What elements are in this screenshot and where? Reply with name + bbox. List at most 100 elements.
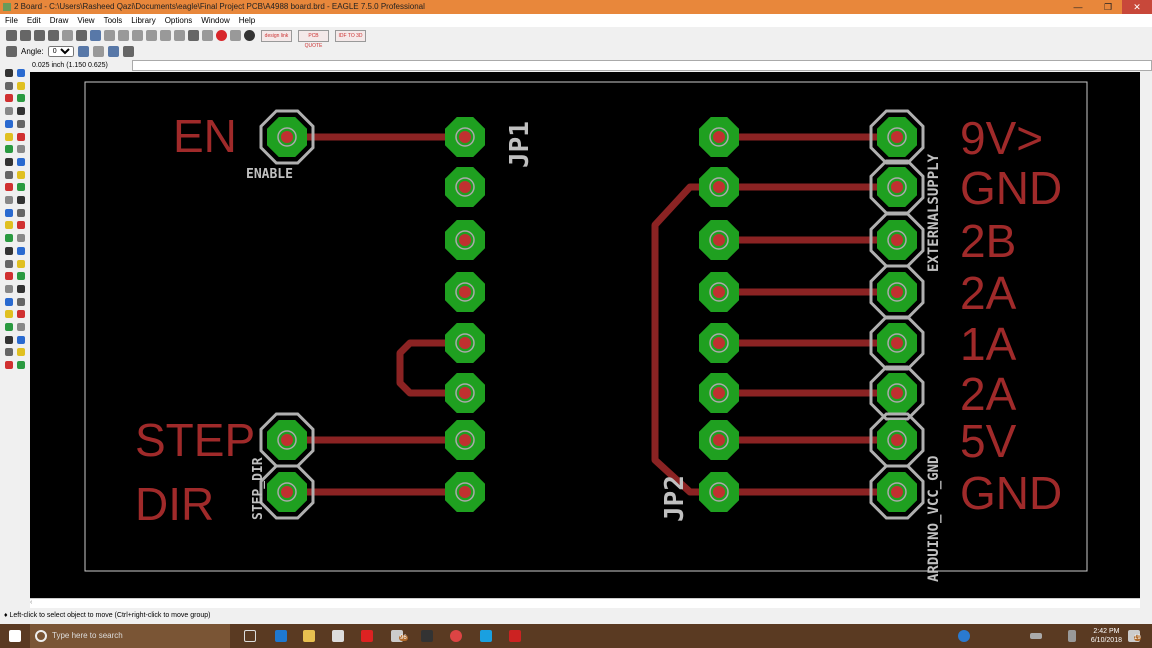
grid-icon[interactable] (6, 46, 17, 57)
spin-text-icon[interactable] (92, 46, 104, 57)
tool-icon[interactable] (17, 323, 25, 331)
board-canvas[interactable]: EN STEP DIR 9V> GND 2B 2A 1A 2A 5V GND ENABLE STEP_D… (30, 72, 1140, 598)
vertical-scrollbar[interactable] (1140, 72, 1152, 598)
tool-icon[interactable] (17, 348, 25, 357)
menu-tools[interactable]: Tools (104, 14, 123, 27)
notifications-icon[interactable]: 19 (1128, 630, 1141, 642)
store-icon[interactable] (332, 630, 344, 642)
angle-select[interactable]: 0 (47, 46, 74, 57)
script-icon[interactable] (62, 30, 73, 41)
design-link-button[interactable]: design link (261, 29, 292, 42)
zoom-redraw-icon[interactable] (160, 30, 171, 41)
menu-window[interactable]: Window (201, 14, 229, 27)
menu-draw[interactable]: Draw (50, 14, 69, 27)
tool-icon[interactable] (5, 234, 13, 243)
menu-library[interactable]: Library (131, 14, 155, 27)
help-tray-icon[interactable] (958, 630, 970, 642)
tool-icon[interactable] (5, 297, 13, 306)
windows-start-icon[interactable] (9, 630, 21, 642)
tool-icon[interactable] (17, 297, 25, 306)
tool-icon[interactable] (17, 310, 25, 319)
horizontal-scrollbar[interactable]: ‹ (30, 598, 1140, 608)
tool-icon[interactable] (17, 259, 25, 268)
task-view-icon[interactable] (244, 630, 256, 642)
redo-icon[interactable] (202, 30, 213, 41)
tool-icon[interactable] (5, 284, 13, 293)
tool-icon[interactable] (17, 234, 25, 243)
stop-icon[interactable] (216, 30, 227, 41)
clock[interactable]: 2:42 PM 6/10/2018 (1091, 627, 1122, 645)
tool-icon[interactable] (5, 145, 13, 154)
file-explorer-icon[interactable] (303, 630, 315, 642)
menu-view[interactable]: View (77, 14, 94, 27)
menu-file[interactable]: File (5, 14, 18, 27)
tool-icon[interactable] (5, 361, 13, 370)
save-icon[interactable] (20, 30, 31, 41)
tool-icon[interactable] (17, 145, 25, 154)
restore-button[interactable]: ❐ (1093, 0, 1123, 14)
eagle-taskbar-icon[interactable] (509, 630, 521, 642)
tool-icon[interactable] (17, 246, 25, 255)
tool-icon[interactable] (17, 107, 25, 116)
layer-view-icon[interactable] (107, 46, 119, 57)
tool-icon[interactable] (5, 119, 13, 128)
print-icon[interactable] (34, 30, 45, 41)
tool-icon[interactable] (17, 183, 25, 192)
ulp-icon[interactable] (76, 30, 87, 41)
pcb-quote-button[interactable]: PCB QUOTE (298, 29, 329, 49)
tool-icon[interactable] (5, 183, 13, 192)
app-icon[interactable] (361, 630, 373, 642)
tool-icon[interactable] (5, 323, 13, 331)
app2-icon[interactable] (421, 630, 433, 642)
mail-icon[interactable]: 96 (391, 630, 408, 642)
search-box[interactable]: Type here to search (30, 624, 230, 648)
tool-icon[interactable] (5, 335, 13, 344)
help-icon[interactable] (244, 30, 255, 41)
tool-icon[interactable] (5, 157, 13, 166)
zoom-fit-icon[interactable] (118, 30, 129, 41)
menu-help[interactable]: Help (239, 14, 255, 27)
go-icon[interactable] (230, 30, 241, 41)
tool-icon[interactable] (5, 259, 13, 268)
tool-icon[interactable] (5, 310, 13, 319)
volume-icon[interactable] (1068, 630, 1076, 642)
tool-icon[interactable] (5, 132, 13, 141)
close-button[interactable]: ✕ (1122, 0, 1152, 14)
tool-icon[interactable] (5, 81, 13, 90)
tool-icon[interactable] (5, 69, 13, 77)
tool-icon[interactable] (17, 119, 25, 128)
tool-icon[interactable] (5, 170, 13, 179)
open-icon[interactable] (6, 30, 17, 41)
zoom-out-icon[interactable] (146, 30, 157, 41)
tool-icon[interactable] (5, 246, 13, 255)
chrome-icon[interactable] (450, 630, 462, 642)
zoom-in-icon[interactable] (132, 30, 143, 41)
tool-icon[interactable] (5, 107, 13, 116)
menu-options[interactable]: Options (165, 14, 193, 27)
tool-icon[interactable] (17, 361, 25, 370)
undo-icon[interactable] (188, 30, 199, 41)
tool-icon[interactable] (5, 94, 13, 103)
tool-icon[interactable] (17, 335, 25, 344)
tool-icon[interactable] (17, 94, 25, 103)
tool-icon[interactable] (17, 132, 25, 141)
tool-icon[interactable] (17, 196, 25, 204)
tool-icon[interactable] (5, 348, 13, 357)
tool-icon[interactable] (17, 272, 25, 281)
tool-icon[interactable] (5, 196, 13, 204)
minimize-button[interactable]: — (1063, 0, 1093, 14)
tool-icon[interactable] (5, 208, 13, 217)
tool-icon[interactable] (17, 69, 25, 77)
layer-view2-icon[interactable] (122, 46, 134, 57)
schematic-icon[interactable] (104, 30, 115, 41)
tool-icon[interactable] (17, 157, 25, 166)
zoom-select-icon[interactable] (174, 30, 185, 41)
cam-icon[interactable] (48, 30, 59, 41)
edge-icon[interactable] (275, 630, 287, 642)
tool-icon[interactable] (5, 272, 13, 281)
app3-icon[interactable] (480, 630, 492, 642)
tool-icon[interactable] (5, 221, 13, 230)
command-input[interactable] (132, 60, 1152, 71)
mirror-text-icon[interactable] (77, 46, 89, 57)
tool-icon[interactable] (17, 284, 25, 293)
